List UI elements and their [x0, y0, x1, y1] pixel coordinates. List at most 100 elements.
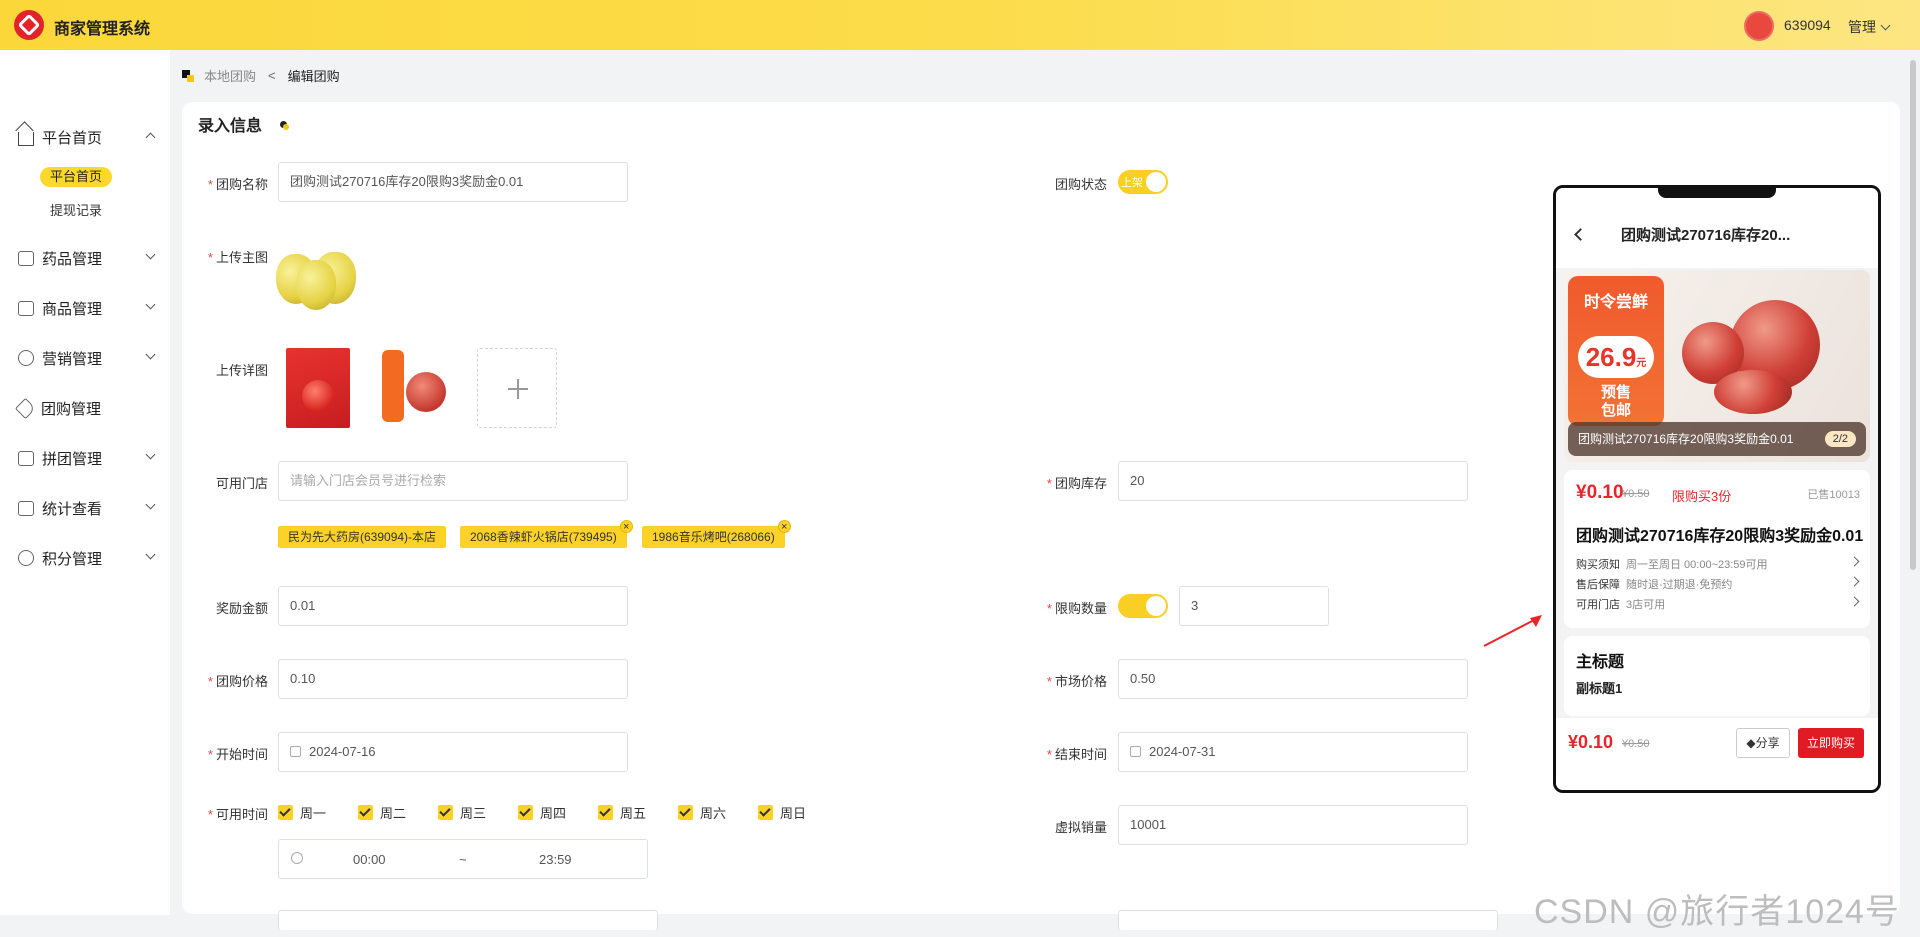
weekday-checkbox[interactable]: 周日 [758, 804, 806, 821]
sidebar-item-marketing[interactable]: 营销管理 [18, 343, 158, 373]
store-chip[interactable]: 2068香辣虾火锅店(739495) × [460, 520, 633, 548]
calendar-icon [290, 746, 301, 757]
preview-banner[interactable]: 时令尝鲜 26.9元 预售 包邮 团购测试270716库存20限购3奖励金0.01… [1564, 270, 1870, 462]
share-button[interactable]: ◆分享 [1736, 728, 1790, 758]
preview-sold: 已售10013 [1807, 489, 1860, 501]
sidebar-sub-item-home[interactable]: 平台首页 [40, 167, 113, 187]
weekday-checkbox[interactable]: 周三 [438, 804, 486, 821]
sidebar-item-statistics[interactable]: 统计查看 [18, 493, 158, 523]
stock-label: * 团购库存 [1046, 476, 1107, 491]
breadcrumb-current: 编辑团购 [287, 69, 340, 84]
sidebar-item-medicine[interactable]: 药品管理 [18, 243, 158, 273]
mobile-preview: 团购测试270716库存20... 时令尝鲜 26.9元 预售 包邮 团购测试27… [1553, 185, 1881, 793]
detail-image-thumb-2[interactable] [376, 350, 452, 426]
market-price-label: * 市场价格 [1046, 674, 1107, 689]
promo-price: 26.9元 [1578, 336, 1654, 378]
chevron-right-icon [1849, 556, 1860, 567]
next-row-input[interactable] [1118, 910, 1498, 930]
tag-icon [14, 397, 37, 419]
preview-bottom-bar: ¥0.10 ¥0.50 ◆分享 立即购买 [1556, 718, 1878, 790]
limit-toggle[interactable] [1118, 594, 1168, 618]
limit-label: * 限购数量 [1046, 601, 1107, 616]
stock-input[interactable]: 20 [1118, 461, 1468, 501]
preview-detail-card: 主标题 副标题1 [1564, 636, 1870, 716]
marketing-icon [18, 350, 34, 366]
main-image-thumb[interactable] [276, 240, 360, 310]
close-icon[interactable]: × [619, 520, 633, 533]
chevron-right-icon [1849, 576, 1860, 587]
sidebar: 平台首页 平台首页 提现记录 药品管理 商品管理 营销管理 团购管理 拼团管理 … [0, 50, 170, 915]
stores-label: 可用门店 [215, 476, 268, 491]
time-to: 23:59 [539, 852, 572, 867]
bottom-price: ¥0.10 [1568, 732, 1614, 752]
limit-input[interactable]: 3 [1179, 586, 1329, 626]
weekday-checkbox[interactable]: 周五 [598, 804, 646, 821]
sidebar-item-team-buy[interactable]: 拼团管理 [18, 443, 158, 473]
phone-notch [1658, 188, 1776, 198]
avatar[interactable] [1744, 11, 1774, 41]
group-icon [18, 450, 34, 466]
breadcrumb-icon [182, 69, 194, 82]
sidebar-sub-item-withdraw[interactable]: 提现记录 [50, 200, 102, 219]
time-range-picker[interactable]: 00:00 ~ 23:59 [278, 839, 648, 879]
store-search-input[interactable]: 请输入门店会员号进行检索 [278, 461, 628, 501]
chevron-down-icon [145, 249, 156, 260]
buy-now-button[interactable]: 立即购买 [1798, 728, 1864, 758]
back-icon[interactable] [1574, 228, 1587, 241]
end-time-label: * 结束时间 [1046, 747, 1107, 762]
store-chip[interactable]: 1986音乐烤吧(268066) × [642, 520, 791, 548]
weekday-checkbox[interactable]: 周一 [278, 804, 326, 821]
virtual-sales-label: 虚拟销量 [1054, 820, 1107, 835]
detail-image-label: 上传详图 [215, 363, 268, 378]
reward-input[interactable]: 0.01 [278, 586, 628, 626]
preview-info-row[interactable]: 购买须知 周一至周日 00:00~23:59可用 [1576, 556, 1864, 572]
sidebar-item-label: 平台首页 [42, 129, 103, 147]
market-price-input[interactable]: 0.50 [1118, 659, 1468, 699]
price-input[interactable]: 0.10 [278, 659, 628, 699]
virtual-sales-input[interactable]: 10001 [1118, 805, 1468, 845]
preview-info-row[interactable]: 可用门店 3店可用 [1576, 596, 1864, 612]
promo-tag: 时令尝鲜 26.9元 预售 包邮 [1568, 276, 1664, 426]
medicine-box-icon [18, 250, 34, 266]
chevron-down-icon [145, 299, 156, 310]
admin-menu-label: 管理 [1848, 19, 1876, 35]
next-row-input[interactable] [278, 910, 658, 930]
section-dot-icon [280, 121, 289, 130]
chevron-up-icon [145, 132, 156, 143]
preview-heading: 主标题 [1576, 654, 1625, 671]
top-bar: 商家管理系统 639094 管理 [0, 0, 1920, 50]
breadcrumb-parent[interactable]: 本地团购 [204, 66, 256, 85]
preview-old-price: ¥0.50 [1622, 488, 1650, 500]
admin-menu[interactable]: 管理 [1848, 17, 1891, 37]
chevron-down-icon [145, 549, 156, 560]
sidebar-item-home[interactable]: 平台首页 [18, 122, 158, 152]
weekday-checkbox[interactable]: 周四 [518, 804, 566, 821]
weekday-checkbox[interactable]: 周六 [678, 804, 726, 821]
weekday-checkbox[interactable]: 周二 [358, 804, 406, 821]
sidebar-item-points[interactable]: 积分管理 [18, 543, 158, 573]
time-from: 00:00 [353, 852, 386, 867]
scrollbar[interactable] [1910, 60, 1916, 570]
status-toggle[interactable]: 上架 [1118, 170, 1168, 194]
end-date-input[interactable]: 2024-07-31 [1118, 732, 1468, 772]
upload-add-button[interactable] [477, 348, 557, 428]
goods-icon [18, 300, 34, 316]
chevron-down-icon [145, 349, 156, 360]
status-label: 团购状态 [1054, 177, 1107, 192]
detail-image-thumb-1[interactable] [286, 348, 350, 428]
group-name-input[interactable]: 团购测试270716库存20限购3奖励金0.01 [278, 162, 628, 202]
watermark: CSDN @旅行者1024号 [1534, 893, 1900, 931]
chart-icon [18, 500, 34, 516]
logo-icon [14, 10, 44, 40]
sidebar-item-label: 团购管理 [41, 400, 102, 418]
preview-info-row[interactable]: 售后保障 随时退·过期退·免预约 [1576, 576, 1864, 592]
sidebar-item-group-buy[interactable]: 团购管理 [14, 393, 158, 423]
close-icon[interactable]: × [777, 520, 791, 533]
start-date-input[interactable]: 2024-07-16 [278, 732, 628, 772]
sidebar-item-goods[interactable]: 商品管理 [18, 293, 158, 323]
store-chip[interactable]: 民为先大药房(639094)-本店 [278, 526, 447, 548]
price-label: * 团购价格 [207, 674, 268, 689]
status-toggle-text: 上架 [1121, 177, 1143, 189]
chevron-down-icon [145, 499, 156, 510]
preview-subheading: 副标题1 [1576, 681, 1623, 696]
